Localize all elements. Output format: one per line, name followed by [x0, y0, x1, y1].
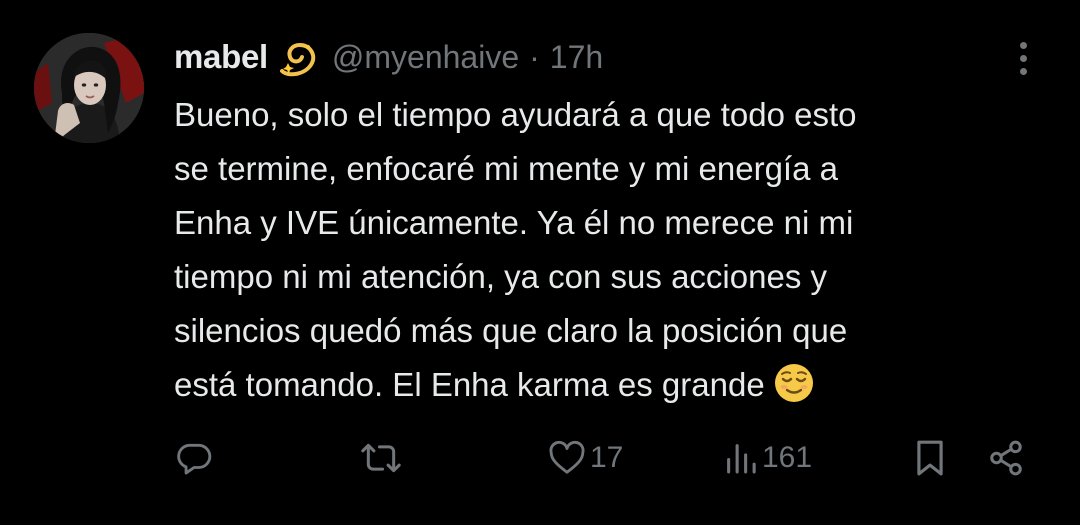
share-icon [990, 440, 1022, 476]
action-bar: 17 161 [0, 430, 1080, 486]
more-dot-icon [1019, 67, 1027, 75]
tweet-text-line: tiempo ni mi atención, ya con sus accion… [174, 258, 827, 295]
relieved-face-emoji-icon [773, 362, 815, 404]
bookmark-icon [917, 440, 943, 476]
heart-icon [549, 440, 585, 474]
tweet-header: mabel @myenhaive · 17h [174, 34, 603, 80]
like-count: 17 [590, 441, 624, 474]
bookmark-button[interactable] [912, 430, 948, 486]
tweet-text-line: Enha y IVE únicamente. Ya él no merece n… [174, 204, 854, 241]
views-icon [727, 444, 756, 474]
more-dot-icon [1019, 41, 1027, 49]
avatar[interactable] [34, 33, 144, 143]
share-button[interactable] [986, 430, 1026, 486]
tweet-text-line: silencios quedó más que claro la posició… [174, 312, 848, 349]
tweet-text-line: Bueno, solo el tiempo ayudará a que todo… [174, 96, 857, 133]
like-button[interactable]: 17 [548, 430, 623, 486]
tweet-text: Bueno, solo el tiempo ayudará a que todo… [174, 88, 1054, 412]
views-count: 161 [762, 441, 813, 474]
tweet-text-line-last: está tomando. El Enha karma es grande [174, 358, 1054, 412]
display-name[interactable]: mabel [174, 38, 268, 76]
more-dot-icon [1019, 54, 1027, 62]
user-handle[interactable]: @myenhaive [332, 39, 519, 76]
tweet-text-line: se termine, enfocaré mi mente y mi energ… [174, 150, 838, 187]
retweet-button[interactable] [360, 430, 402, 486]
reply-button[interactable] [175, 430, 213, 486]
tweet-text-line: está tomando. El Enha karma es grande [174, 366, 765, 403]
reply-icon [177, 443, 212, 475]
tweet-card: mabel @myenhaive · 17h Bueno, solo el ti… [0, 0, 1080, 525]
views-button[interactable]: 161 [724, 430, 812, 486]
retweet-icon [361, 443, 401, 473]
timestamp[interactable]: 17h [550, 39, 603, 76]
avatar-image [34, 33, 144, 143]
separator-dot: · [529, 38, 540, 75]
more-options-button[interactable] [1006, 36, 1040, 80]
dizzy-emoji-icon [278, 37, 318, 77]
